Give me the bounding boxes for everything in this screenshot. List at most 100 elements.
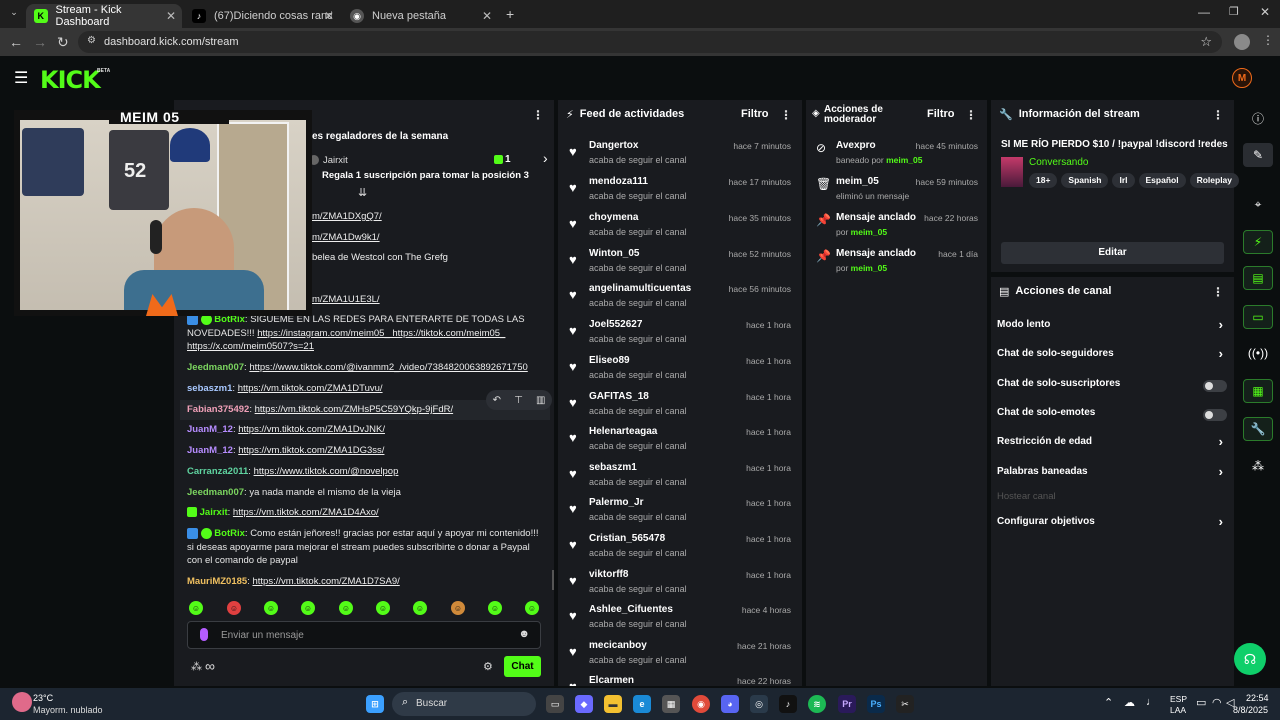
chat-username[interactable]: MauriMZ0185 [187, 576, 247, 587]
reload-icon[interactable]: ↻ [57, 34, 69, 51]
close-tab-icon[interactable]: ✕ [324, 9, 334, 23]
follower-name[interactable]: Palermo_Jr [589, 497, 643, 508]
hamburger-menu-icon[interactable]: ☰ [14, 68, 28, 88]
emotes-only-toggle[interactable] [1203, 409, 1227, 421]
emote-icon[interactable]: ☺ [413, 601, 427, 615]
chat-bubble-icon[interactable]: ▭ [1243, 305, 1273, 329]
channel-action-age-restriction[interactable]: Restricción de edad › [997, 434, 1227, 456]
edge-icon[interactable]: e [633, 695, 651, 713]
emote-icon[interactable]: ☺ [525, 601, 539, 615]
close-tab-icon[interactable]: ✕ [166, 9, 176, 23]
taskbar-search[interactable]: ⌕ Buscar [392, 692, 536, 716]
tab-kick-dashboard[interactable]: K Stream - Kick Dashboard ✕ [26, 4, 182, 28]
chat-input[interactable]: Enviar un mensaje ☻ [187, 621, 541, 649]
mod-target[interactable]: Mensaje anclado [836, 248, 916, 259]
follower-name[interactable]: viktorff8 [589, 569, 628, 580]
follower-name[interactable]: Elcarmen [589, 675, 634, 686]
chat-link[interactable]: https://www.tiktok.com/@novelpop [254, 466, 399, 477]
chrome-icon[interactable]: ◉ [692, 695, 710, 713]
address-bar[interactable]: ⚙ dashboard.kick.com/stream ☆ [78, 31, 1222, 53]
copilot-icon[interactable]: ◆ [575, 695, 593, 713]
task-view-icon[interactable]: ▭ [546, 695, 564, 713]
category-name[interactable]: Conversando [1029, 157, 1088, 168]
site-info-icon[interactable]: ⚙ [87, 35, 96, 46]
tab-tiktok[interactable]: ♪ (67)Diciendo cosas random y el... ✕ [184, 4, 340, 28]
notes-icon[interactable]: ▤ [1243, 266, 1273, 290]
mod-target[interactable]: Avexpro [836, 140, 876, 151]
tray-cloud-icon[interactable]: ☁ [1124, 696, 1135, 709]
follower-name[interactable]: Dangertox [589, 140, 638, 151]
channel-action-slow-mode[interactable]: Modo lento › [997, 317, 1227, 339]
follower-name[interactable]: Helenarteagaa [589, 426, 657, 437]
delete-icon[interactable]: ▥ [536, 395, 545, 406]
chat-link[interactable]: https://vm.tiktok.com/ZMA1DTuvu/ [238, 383, 383, 394]
mod-filter-button[interactable]: Filtro [927, 108, 955, 120]
chat-username[interactable]: Fabian375492 [187, 404, 249, 415]
edit-stream-button[interactable]: Editar [1001, 242, 1224, 264]
tab-new-tab[interactable]: ◉ Nueva pestaña ✕ [342, 4, 498, 28]
kick-logo[interactable]: KICK [40, 66, 101, 94]
connections-icon[interactable]: ⁂ [1243, 454, 1273, 478]
activity-filter-button[interactable]: Filtro [741, 108, 769, 120]
store-icon[interactable]: ▦ [662, 695, 680, 713]
collapse-pinned-icon[interactable]: ⇊ [358, 186, 367, 199]
chat-link[interactable]: https://vm.tiktok.com/ZMA1D4Axo/ [233, 507, 379, 518]
follower-name[interactable]: mendoza111 [589, 176, 648, 187]
channel-action-goals[interactable]: Configurar objetivos › [997, 514, 1227, 536]
steam-icon[interactable]: ◎ [750, 695, 768, 713]
chat-username[interactable]: Jeedman007 [187, 487, 244, 498]
emote-icon[interactable]: ☺ [451, 601, 465, 615]
mod-target[interactable]: meim_05 [836, 176, 879, 187]
discord-icon[interactable]: ◕ [721, 695, 739, 713]
info-icon[interactable]: ⓘ [1243, 106, 1273, 130]
broadcast-icon[interactable]: ((•)) [1243, 341, 1273, 365]
follower-name[interactable]: Joel552627 [589, 319, 642, 330]
chat-username[interactable]: sebaszm1 [187, 383, 232, 394]
follower-name[interactable]: angelinamulticuentas [589, 283, 691, 294]
chat-options-icon[interactable]: ⋮ [532, 108, 544, 122]
kick-points-icon[interactable]: ⁂ [191, 660, 202, 673]
chat-username[interactable]: BotRix [214, 528, 245, 539]
tray-network-icon[interactable]: ▭ [1196, 696, 1206, 709]
subscribers-only-toggle[interactable] [1203, 380, 1227, 392]
emote-icon[interactable]: ☺ [301, 601, 315, 615]
emote-icon[interactable]: ☺ [227, 601, 241, 615]
window-restore-icon[interactable]: ❐ [1229, 5, 1239, 18]
tray-wifi-icon[interactable]: ◠ [1212, 696, 1222, 709]
tools-icon[interactable]: 🔧 [1243, 417, 1273, 441]
emote-icon[interactable]: ☺ [488, 601, 502, 615]
back-arrow-icon[interactable]: ← [9, 34, 23, 50]
tiktok-icon[interactable]: ♪ [779, 695, 797, 713]
chevron-right-icon[interactable]: › [543, 150, 548, 166]
premiere-icon[interactable]: Pr [838, 695, 856, 713]
close-tab-icon[interactable]: ✕ [482, 9, 492, 23]
layout-icon[interactable]: ▦ [1243, 379, 1273, 403]
chat-scrollbar[interactable] [552, 570, 554, 590]
emoji-icon[interactable]: ☻ [518, 628, 530, 640]
follower-name[interactable]: Ashlee_Cifuentes [589, 604, 673, 615]
chat-username[interactable]: JuanM_12 [187, 445, 233, 456]
emote-icon[interactable]: ☺ [376, 601, 390, 615]
window-minimize-icon[interactable]: — [1198, 5, 1210, 19]
browser-menu-icon[interactable]: ⋮ [1262, 33, 1274, 47]
support-chat-icon[interactable]: ☊ [1234, 643, 1266, 675]
channel-actions-options-icon[interactable]: ⋮ [1212, 285, 1224, 299]
pin-icon[interactable]: ⊤ [514, 395, 523, 406]
user-avatar[interactable]: M [1232, 68, 1252, 88]
activity-options-icon[interactable]: ⋮ [780, 108, 792, 122]
category-thumbnail[interactable] [1001, 157, 1023, 187]
photoshop-icon[interactable]: Ps [867, 695, 885, 713]
follower-name[interactable]: Cristian_565478 [589, 533, 665, 544]
file-explorer-icon[interactable]: ▬ [604, 695, 622, 713]
chat-username[interactable]: Jeedman007 [187, 362, 244, 373]
chat-link[interactable]: https://vm.tiktok.com/ZMA1DvJNK/ [238, 424, 385, 435]
stream-info-options-icon[interactable]: ⋮ [1212, 108, 1224, 122]
windows-start-icon[interactable]: ⊞ [366, 695, 384, 713]
chat-link[interactable]: https://vm.tiktok.com/ZMA1DG3ss/ [238, 445, 384, 456]
tray-mic-icon[interactable]: ♩ [1146, 696, 1157, 708]
mod-target[interactable]: Mensaje anclado [836, 212, 916, 223]
chat-link[interactable]: https://www.tiktok.com/@ivanmm2_/video/7… [249, 362, 527, 373]
emote-icon[interactable]: ☺ [189, 601, 203, 615]
follower-name[interactable]: Winton_05 [589, 248, 639, 259]
chat-username[interactable]: Jairxit [200, 507, 228, 518]
